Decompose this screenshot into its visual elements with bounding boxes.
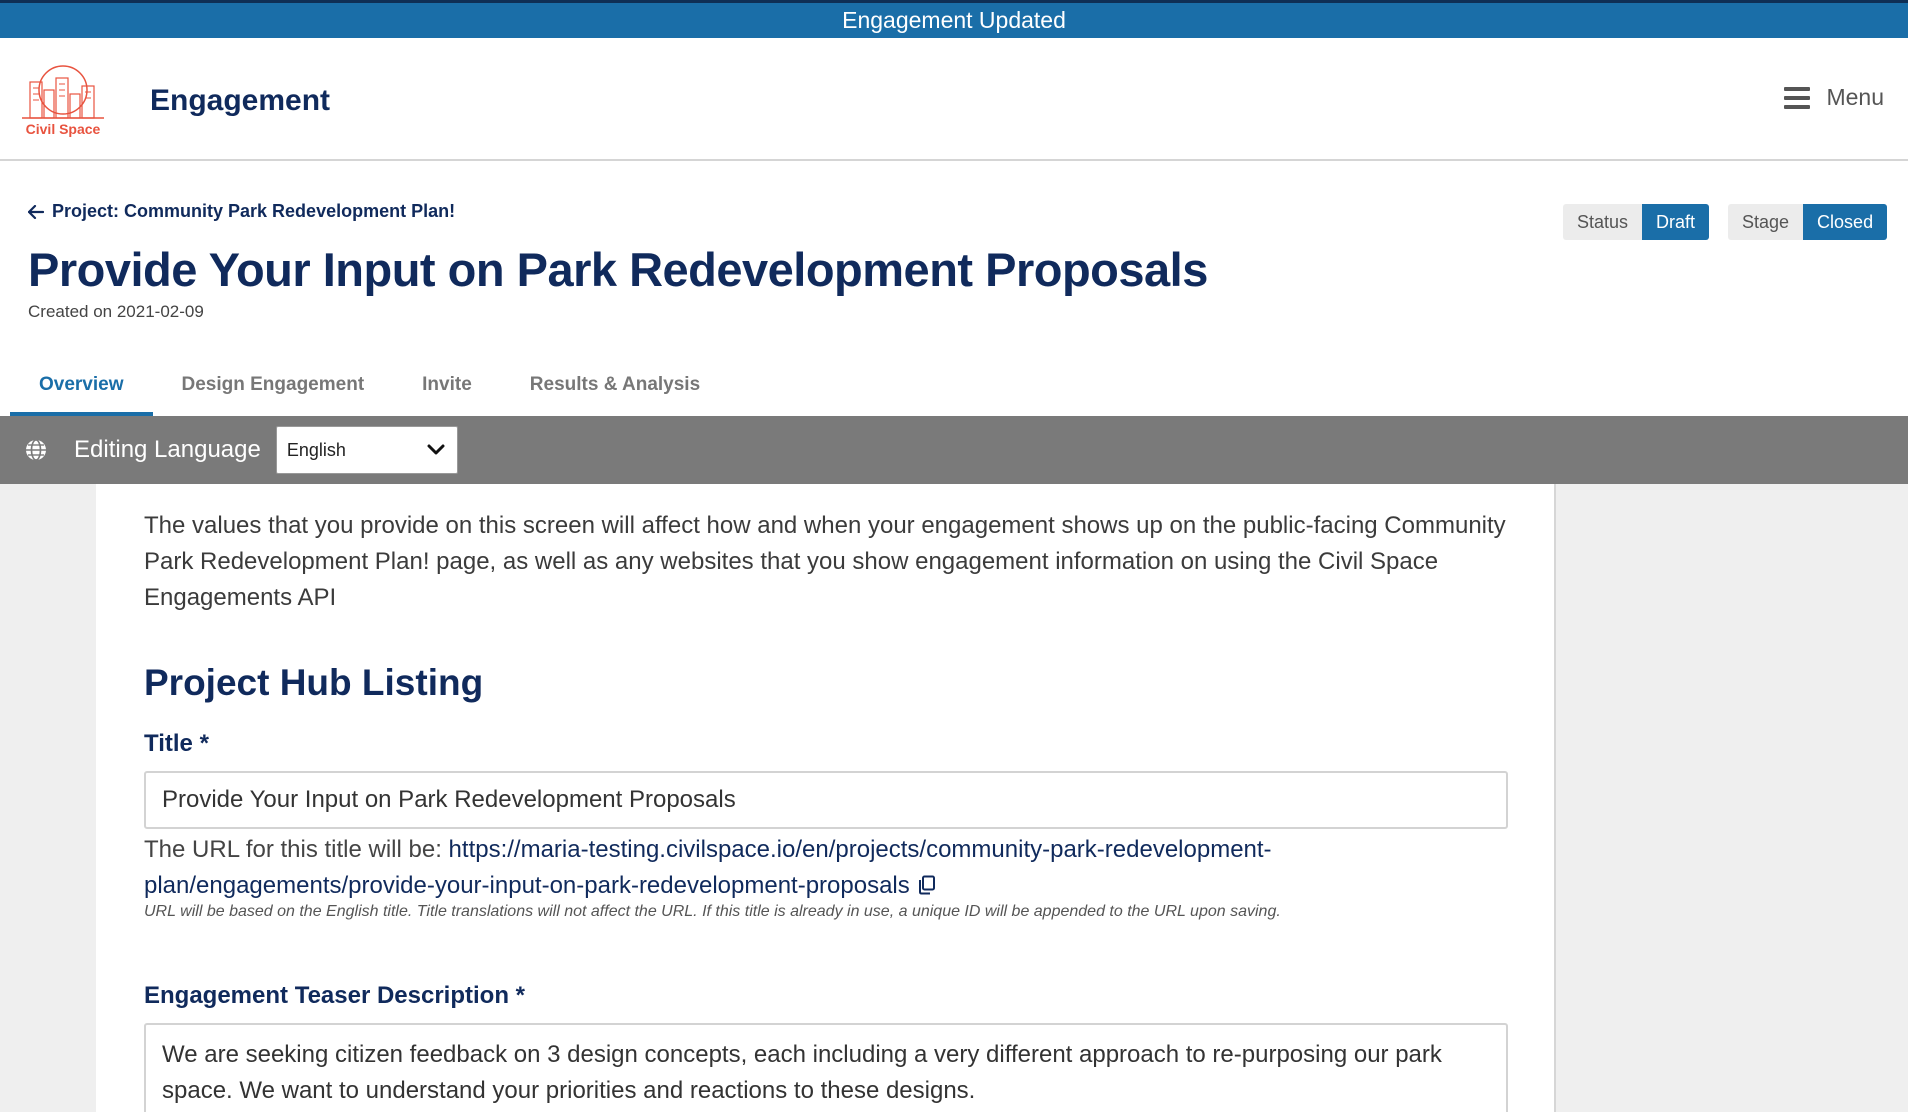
page-title: Provide Your Input on Park Redevelopment… [28,243,1208,296]
engagement-tabs: Overview Design Engagement Invite Result… [10,360,729,416]
globe-icon [26,439,46,461]
tab-design-engagement[interactable]: Design Engagement [153,360,394,416]
hamburger-icon [1784,86,1811,109]
app-title: Engagement [150,84,331,117]
url-preview: The URL for this title will be: https://… [144,832,1424,904]
civil-space-logo[interactable]: Civil Space [18,60,108,138]
teaser-description-textarea[interactable]: We are seeking citizen feedback on 3 des… [144,1023,1508,1112]
url-prefix: The URL for this title will be: [144,836,449,863]
tab-overview[interactable]: Overview [10,360,153,416]
stage-value: Closed [1803,204,1888,240]
menu-label: Menu [1826,84,1884,110]
created-date: Created on 2021-02-09 [28,302,204,321]
app-header: Civil Space Engagement Menu [0,38,1908,161]
intro-text: The values that you provide on this scre… [144,512,1506,611]
back-to-project-link[interactable]: Project: Community Park Redevelopment Pl… [28,201,455,222]
editing-language-bar: Editing Language English [0,416,1908,484]
menu-button[interactable]: Menu [1784,84,1884,111]
chevron-down-icon [427,444,445,455]
teaser-label: Engagement Teaser Description * [144,982,525,1009]
status-value: Draft [1642,204,1710,240]
status-key: Status [1563,204,1643,240]
back-link-label: Project: Community Park Redevelopment Pl… [52,201,456,221]
section-title: Project Hub Listing [144,662,484,703]
title-label: Title * [144,730,209,757]
language-select[interactable]: English [275,426,458,474]
logo-graphic: Civil Space [22,65,104,137]
status-badge: Status Draft [1563,204,1710,240]
title-input[interactable]: Provide Your Input on Park Redevelopment… [144,771,1508,829]
svg-text:Civil Space: Civil Space [26,121,101,137]
editing-language-label: Editing Language [74,436,261,463]
arrow-left-icon [28,204,44,219]
url-note: URL will be based on the English title. … [144,903,1281,920]
banner-text: Engagement Updated [842,7,1066,33]
tab-invite[interactable]: Invite [393,360,501,416]
title-input-value: Provide Your Input on Park Redevelopment… [162,786,736,813]
overview-form-panel: The values that you provide on this scre… [96,484,1556,1112]
update-banner: Engagement Updated [0,0,1908,38]
teaser-description-value: We are seeking citizen feedback on 3 des… [162,1041,1442,1104]
tab-results-analysis[interactable]: Results & Analysis [501,360,729,416]
stage-key: Stage [1728,204,1804,240]
language-selected-value: English [286,439,346,460]
copy-icon[interactable] [918,875,936,895]
stage-badge: Stage Closed [1728,204,1888,240]
